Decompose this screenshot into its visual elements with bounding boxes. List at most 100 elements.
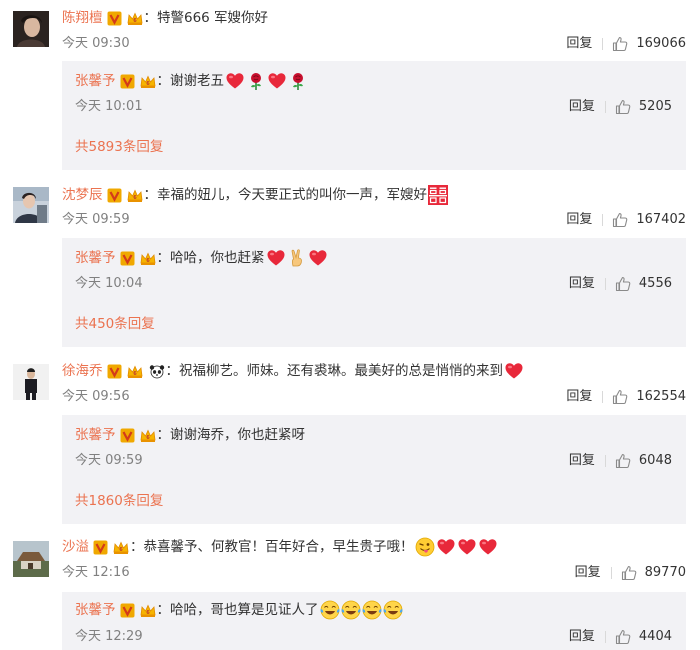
avatar[interactable] <box>13 541 49 577</box>
view-all-replies-link[interactable]: 共450条回复 <box>75 314 155 334</box>
timestamp: 今天 09:56 <box>62 389 130 404</box>
thumbs-up-icon[interactable] <box>615 453 631 469</box>
divider <box>602 38 604 50</box>
vip-crown-icon <box>139 603 157 618</box>
like-count: 4404 <box>638 629 672 644</box>
tongue-out-face-icon <box>415 537 435 557</box>
username[interactable]: 张馨予 <box>75 71 116 91</box>
like-count: 162554 <box>636 389 686 404</box>
reply-button[interactable]: 回复 <box>566 35 592 53</box>
verified-v-icon <box>120 603 135 618</box>
reply-text: 哈哈，你也赶紧 <box>170 250 265 266</box>
reply-actions: 回复 4404 <box>569 628 672 646</box>
double-happiness-icon <box>428 185 448 205</box>
divider <box>604 278 606 290</box>
comment-line: 沙溢 ： 恭喜馨予、何教官！百年好合，早生贵子哦！ <box>62 537 498 557</box>
avatar[interactable] <box>13 187 49 223</box>
reply-line: 张馨予 ： 哈哈，你也赶紧 <box>75 248 328 268</box>
reply-text: 谢谢海乔，你也赶紧呀 <box>170 427 305 443</box>
thumbs-up-icon[interactable] <box>615 99 631 115</box>
reply-button[interactable]: 回复 <box>569 275 595 293</box>
thumbs-up-icon[interactable] <box>612 389 628 405</box>
thumbs-up-icon[interactable] <box>615 629 631 645</box>
timestamp: 今天 09:59 <box>62 212 130 227</box>
comment-text: 幸福的妞儿，今天要正式的叫你一声，军嫂好 <box>157 187 427 203</box>
vip-crown-icon <box>139 428 157 443</box>
vip-crown-icon <box>126 364 144 379</box>
heart-icon <box>266 248 286 268</box>
divider <box>602 391 604 403</box>
view-all-replies-link[interactable]: 共1860条回复 <box>75 491 163 511</box>
victory-hand-icon <box>287 248 307 268</box>
reply-text: 哈哈，哥也算是见证人了 <box>170 602 319 618</box>
username[interactable]: 张馨予 <box>75 425 116 445</box>
username[interactable]: 徐海乔 <box>62 361 103 381</box>
thumbs-up-icon[interactable] <box>612 36 628 52</box>
like-count: 6048 <box>638 453 672 468</box>
reply-button[interactable]: 回复 <box>569 628 595 646</box>
reply-line: 张馨予 ： 谢谢老五 <box>75 71 308 91</box>
reply-actions: 回复 4556 <box>569 275 672 293</box>
colon: ： <box>156 602 171 618</box>
laugh-cry-icon <box>383 600 403 620</box>
comment-actions: 回复 89770 <box>575 564 686 582</box>
timestamp: 今天 10:01 <box>75 99 143 114</box>
reply-button[interactable]: 回复 <box>569 98 595 116</box>
reply-panel: 张馨予 ： 哈哈，哥也算是见证人了 今天 12:29 回复 4404 <box>62 592 686 650</box>
verified-v-icon <box>107 11 122 26</box>
thumbs-up-icon[interactable] <box>615 276 631 292</box>
reply-button[interactable]: 回复 <box>575 564 601 582</box>
reply-button[interactable]: 回复 <box>566 388 592 406</box>
comment-actions: 回复 162554 <box>566 388 686 406</box>
timestamp: 今天 09:59 <box>75 453 143 468</box>
reply-actions: 回复 6048 <box>569 452 672 470</box>
colon: ： <box>130 539 144 555</box>
username[interactable]: 沈梦辰 <box>62 185 103 205</box>
vip-crown-icon <box>126 11 144 26</box>
timestamp: 今天 12:16 <box>62 565 130 580</box>
colon: ： <box>143 187 158 203</box>
timestamp: 今天 10:04 <box>75 276 143 291</box>
avatar[interactable] <box>13 11 49 47</box>
verified-v-icon <box>120 74 135 89</box>
view-all-replies-link[interactable]: 共5893条回复 <box>75 137 163 157</box>
reply-line: 张馨予 ： 谢谢海乔，你也赶紧呀 <box>75 425 305 445</box>
comment-actions: 回复 169066 <box>566 35 686 53</box>
reply-actions: 回复 5205 <box>569 98 672 116</box>
divider <box>604 101 606 113</box>
username[interactable]: 沙溢 <box>62 537 89 557</box>
reply-panel: 张馨予 ： 谢谢老五 今天 10:01 回复 5205 共5893条回复 <box>62 61 686 170</box>
avatar[interactable] <box>13 364 49 400</box>
panda-icon <box>149 364 164 378</box>
thumbs-up-icon[interactable] <box>612 212 628 228</box>
laugh-cry-icon <box>362 600 382 620</box>
divider <box>604 455 606 467</box>
heart-icon <box>457 537 477 557</box>
reply-panel: 张馨予 ： 哈哈，你也赶紧 今天 10:04 回复 4556 共450条回复 <box>62 238 686 347</box>
verified-v-icon <box>120 251 135 266</box>
username[interactable]: 张馨予 <box>75 248 116 268</box>
vip-crown-icon <box>112 540 130 555</box>
vip-crown-icon <box>126 188 144 203</box>
reply-button[interactable]: 回复 <box>569 452 595 470</box>
comment-line: 沈梦辰 ： 幸福的妞儿，今天要正式的叫你一声，军嫂好 <box>62 185 448 205</box>
comment-line: 徐海乔 ： 祝福柳艺。师妹。还有裘琳。最美好的总是悄悄的来到 <box>62 361 524 381</box>
heart-icon <box>504 361 524 381</box>
username[interactable]: 陈翔檀 <box>62 8 103 28</box>
laugh-cry-icon <box>320 600 340 620</box>
heart-icon <box>478 537 498 557</box>
rose-icon <box>288 71 308 91</box>
like-count: 5205 <box>638 99 672 114</box>
like-count: 167402 <box>636 212 686 227</box>
timestamp: 今天 09:30 <box>62 36 130 51</box>
heart-icon <box>225 71 245 91</box>
heart-icon <box>436 537 456 557</box>
username[interactable]: 张馨予 <box>75 600 116 620</box>
like-count: 4556 <box>638 276 672 291</box>
divider <box>604 631 606 643</box>
timestamp: 今天 12:29 <box>75 629 143 644</box>
reply-text: 谢谢老五 <box>170 73 224 89</box>
thumbs-up-icon[interactable] <box>621 565 637 581</box>
reply-panel: 张馨予 ： 谢谢海乔，你也赶紧呀 今天 09:59 回复 6048 共1860条… <box>62 415 686 524</box>
reply-button[interactable]: 回复 <box>566 211 592 229</box>
